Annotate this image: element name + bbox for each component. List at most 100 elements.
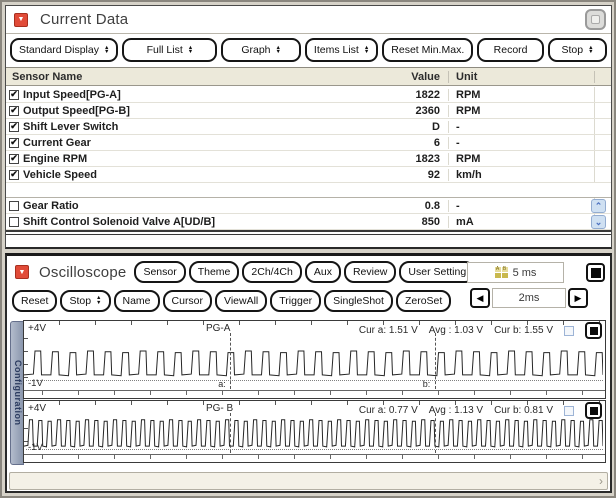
oscilloscope-header: ▼ Oscilloscope SensorTheme 2Ch/4Ch AuxRevi… [7,258,610,286]
collapse-toggle-icon[interactable]: ▼ [15,265,29,279]
full-list-button[interactable]: Full List ▲▼ [122,38,217,62]
record-button[interactable]: Record [477,38,544,62]
table-row[interactable]: Input Speed[PG-A]1822RPM [6,87,611,103]
maximize-button[interactable] [585,9,606,30]
button-label: 2Ch/4Ch [251,266,292,278]
stop-button[interactable]: Stop ▲▼ [60,290,110,312]
checked-checkbox[interactable] [9,122,19,132]
cursor-b-value: Cur b: 0.81 V [494,405,553,416]
cursor-a-label: a: [218,379,226,389]
column-unit: Unit [449,71,595,83]
button-label: Full List [147,44,183,56]
table-row[interactable]: Gear Ratio0.8- [6,198,611,214]
sensor-unit: mA [449,214,595,229]
viewall-button[interactable]: ViewAll [215,290,267,312]
sensor-value: 1823 [365,153,449,165]
table-row[interactable]: Shift Control Solenoid Valve A[UD/B]850m… [6,214,611,230]
unchecked-checkbox[interactable] [9,217,19,227]
button-label: ZeroSet [405,295,442,307]
table-row[interactable]: Vehicle Speed92km/h [6,167,611,183]
cursor-a-line[interactable] [230,333,231,389]
stop-button[interactable]: Stop ▲▼ [548,38,607,62]
scroll-down-button[interactable]: ⌄ [591,215,606,229]
ab-grid-icon: AB [495,267,508,278]
black-square-icon [590,407,598,415]
zeroset-button[interactable]: ZeroSet [396,290,451,312]
column-value: Value [365,71,449,83]
sensor-button[interactable]: Sensor [134,261,185,283]
trigger-button[interactable]: Trigger [270,290,321,312]
sample-rate-box[interactable]: AB 5 ms [467,262,564,283]
standard-display-button[interactable]: Standard Display▲▼ [10,38,118,62]
theme-button[interactable]: Theme [189,261,240,283]
timebase-increase-button[interactable]: ▶ [568,288,588,308]
sensor-name: Engine RPM [23,153,365,165]
spinner-arrows-icon: ▲▼ [588,46,593,55]
sensor-name: Input Speed[PG-A] [23,89,365,101]
oscilloscope-panel: ▼ Oscilloscope SensorTheme 2Ch/4Ch AuxRevi… [5,253,612,493]
cursor-b-line[interactable] [435,333,436,389]
unchecked-checkbox[interactable] [9,201,19,211]
current-data-title: Current Data [40,11,128,28]
table-row[interactable]: Current Gear6- [6,135,611,151]
reset-button[interactable]: Reset [12,290,57,312]
timebase-value: 2ms [519,292,540,304]
cursor-b-line[interactable] [435,413,436,453]
sensor-name: Current Gear [23,137,365,149]
sensor-rows-secondary: Gear Ratio0.8-Shift Control Solenoid Val… [6,197,611,230]
table-row[interactable]: Engine RPM1823RPM [6,151,611,167]
button-label: SingleShot [333,295,384,307]
checked-checkbox[interactable] [9,170,19,180]
black-square-icon [591,268,601,278]
button-label: Stop [69,295,91,307]
cursor-a-line[interactable] [230,413,231,453]
sensor-unit: RPM [449,87,595,102]
timebase-value-box[interactable]: 2ms [492,288,566,308]
sensor-value: 1822 [365,89,449,101]
timebase-decrease-button[interactable]: ◀ [470,288,490,308]
button-label: Stop [561,44,583,56]
singleshot-button[interactable]: SingleShot [324,290,393,312]
table-row[interactable]: Shift Lever SwitchD- [6,119,611,135]
sensor-name: Shift Control Solenoid Valve A[UD/B] [23,216,365,228]
reset-min-max-button[interactable]: Reset Min.Max. [382,38,473,62]
checked-checkbox[interactable] [9,90,19,100]
scope-stop-button[interactable] [586,263,605,282]
collapse-toggle-icon[interactable]: ▼ [14,13,28,27]
checked-checkbox[interactable] [9,154,19,164]
channel-stop-button[interactable] [585,402,602,419]
scope-channel-pg-a: +4V PG-A Cur a: 1.51 V Avg : 1.03 V Cur … [23,320,606,399]
channel-name-label: PG- B [206,403,233,414]
zero-reference-line [26,449,603,450]
2ch-4ch-button[interactable]: 2Ch/4Ch [242,261,301,283]
channel-checkbox[interactable] [564,326,574,336]
scroll-up-button[interactable]: ⌃ [591,199,606,213]
channel-name-label: PG-A [206,323,230,334]
scope-header-buttons: SensorTheme 2Ch/4Ch AuxReviewUser Setting [134,261,475,283]
configuration-side-tab[interactable]: Configuration [10,321,24,465]
spinner-arrows-icon: ▲▼ [188,46,193,55]
name-button[interactable]: Name [114,290,160,312]
oscilloscope-title: Oscilloscope [39,264,126,281]
sensor-value: 6 [365,137,449,149]
table-row[interactable]: Output Speed[PG-B]2360RPM [6,103,611,119]
spinner-arrows-icon: ▲▼ [96,296,101,305]
channel-checkbox[interactable] [564,406,574,416]
graph-button[interactable]: Graph▲▼ [221,38,301,62]
bottom-ruler-ticks [24,454,605,462]
bottom-voltage-label: -1V [28,442,43,453]
scope-scrollbar[interactable]: › [9,472,608,490]
user-setting-button[interactable]: User Setting [399,261,475,283]
checked-checkbox[interactable] [9,106,19,116]
cursor-a-value: Cur a: 1.51 V [359,325,418,336]
channel-stop-button[interactable] [585,322,602,339]
sensor-value: 850 [365,216,449,228]
sensor-unit: RPM [449,103,595,118]
sensor-name: Vehicle Speed [23,169,365,181]
aux-button[interactable]: Aux [305,261,341,283]
checked-checkbox[interactable] [9,138,19,148]
bottom-voltage-label: -1V [28,378,43,389]
items-list-button[interactable]: Items List▲▼ [305,38,378,62]
cursor-button[interactable]: Cursor [163,290,213,312]
review-button[interactable]: Review [344,261,396,283]
